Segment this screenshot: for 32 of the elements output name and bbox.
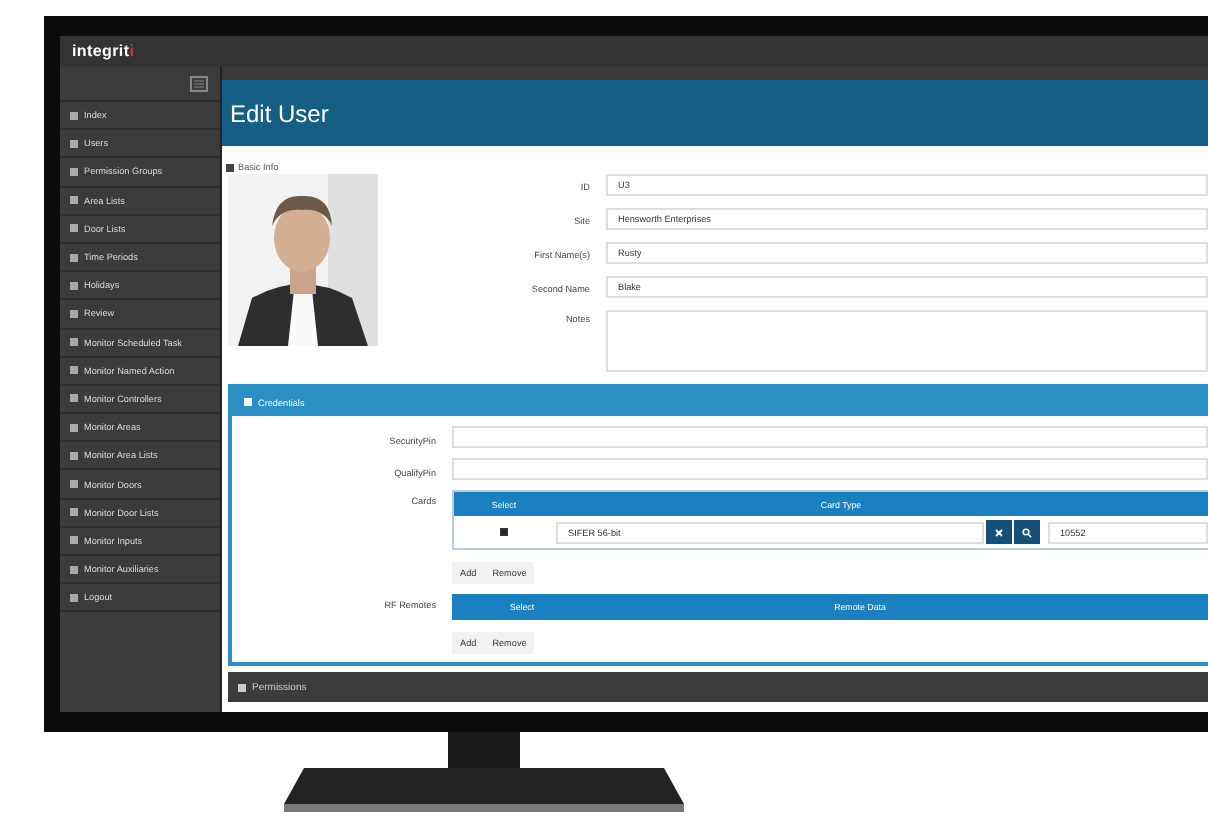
search-button[interactable] — [1014, 520, 1040, 544]
square-icon — [70, 309, 78, 318]
square-icon — [70, 423, 78, 432]
square-icon — [238, 683, 246, 691]
square-icon — [70, 281, 78, 290]
square-icon — [70, 480, 78, 489]
square-icon — [70, 451, 78, 460]
square-icon — [70, 366, 78, 375]
square-icon — [70, 536, 78, 545]
square-icon — [70, 139, 78, 148]
close-button[interactable] — [986, 520, 1012, 544]
table-icon — [244, 398, 252, 406]
square-icon — [70, 111, 78, 120]
table-icon — [226, 163, 234, 171]
square-icon — [70, 593, 78, 602]
page-title: Edit User — [230, 99, 329, 127]
notes-field[interactable] — [606, 310, 1208, 372]
logo: integriti — [72, 42, 135, 60]
input-field[interactable] — [452, 426, 1208, 448]
square-icon — [70, 394, 78, 403]
input-field[interactable] — [452, 458, 1208, 480]
square-icon — [70, 224, 78, 233]
square-icon — [70, 338, 78, 347]
checkbox[interactable] — [500, 528, 508, 536]
menu-icon[interactable] — [190, 75, 208, 91]
square-icon — [70, 565, 78, 574]
square-icon — [70, 196, 78, 205]
search-icon — [1022, 527, 1032, 537]
square-icon — [70, 167, 78, 176]
square-icon — [70, 508, 78, 517]
square-icon — [70, 253, 78, 262]
close-icon — [994, 527, 1004, 537]
